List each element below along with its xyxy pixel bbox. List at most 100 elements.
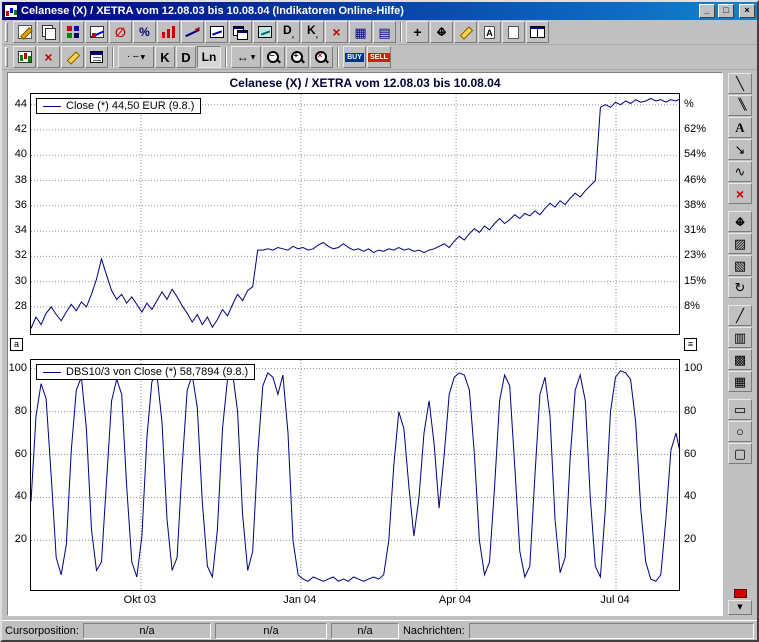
chart-window-button[interactable] <box>85 21 108 43</box>
toolbar-grip[interactable] <box>5 47 8 67</box>
delete-indicator-icon: × <box>332 25 340 39</box>
minimize-button[interactable]: _ <box>699 4 715 18</box>
rotate-tool[interactable]: ↻ <box>728 277 752 298</box>
vertical-grid-tool[interactable]: ▥ <box>728 327 752 348</box>
text-icon: A <box>735 121 744 134</box>
remove-indicator-button[interactable]: ∅ <box>109 21 132 43</box>
status-field-1: n/a <box>83 623 211 639</box>
draw-button[interactable] <box>454 21 477 43</box>
trendline-tool[interactable]: ╲ <box>728 73 752 94</box>
buy-marker-button[interactable]: BUY <box>343 46 366 68</box>
new-chart-button[interactable] <box>13 21 36 43</box>
delete-drawing-tool[interactable]: × <box>728 183 752 204</box>
ln-scale-button[interactable]: Ln <box>197 46 221 68</box>
ellipse-tool[interactable]: ○ <box>728 421 752 442</box>
maximize-button[interactable]: □ <box>718 4 734 18</box>
toolbar-grip[interactable] <box>5 22 8 42</box>
indicator-chart-button[interactable] <box>13 46 36 68</box>
diagonal-grid-tool[interactable]: ▩ <box>728 349 752 370</box>
move-objects-tool[interactable]: ↔↕ <box>728 211 752 232</box>
gann-line-icon: ╱ <box>736 309 744 322</box>
toolbar-separator <box>225 47 227 67</box>
hrange-dropdown[interactable]: ↔▼ <box>231 46 261 68</box>
close-button[interactable]: × <box>739 4 755 18</box>
titlebar[interactable]: Celanese (X) / XETRA vom 12.08.03 bis 10… <box>2 2 757 20</box>
content-area: Celanese (X) / XETRA vom 12.08.03 bis 10… <box>2 70 757 620</box>
price-plot[interactable] <box>30 93 680 335</box>
fullscreen-button[interactable] <box>253 21 276 43</box>
text-tool[interactable]: A <box>728 117 752 138</box>
gann-line-tool[interactable]: ╱ <box>728 305 752 326</box>
kurs-chart-button[interactable]: K <box>155 46 175 68</box>
hatch-icon: ▨ <box>734 237 746 250</box>
rounded-rect-tool[interactable]: ▢ <box>728 443 752 464</box>
chart-monitor-button[interactable] <box>205 21 228 43</box>
zoom-out-button[interactable]: − <box>262 46 285 68</box>
y-axis-right-label: % <box>684 98 722 110</box>
curve-tool[interactable]: ∿ <box>728 161 752 182</box>
cascade-windows-icon <box>233 26 248 39</box>
messages-field <box>469 623 754 639</box>
status-field-3: n/a <box>331 623 399 639</box>
kurs-chart-icon: K <box>160 51 169 64</box>
zoom-in-button[interactable]: + <box>286 46 309 68</box>
hatch-arrow-tool[interactable]: ▧ <box>728 255 752 276</box>
cross-grid-tool[interactable]: ▦ <box>728 371 752 392</box>
rectangle-icon: ▭ <box>734 403 746 416</box>
y-axis-label: 30 <box>8 275 27 287</box>
side-scroll-down-button[interactable]: ▼ <box>728 600 752 615</box>
delete-indicator-button[interactable]: × <box>325 21 348 43</box>
chart-title: Celanese (X) / XETRA vom 12.08.03 bis 10… <box>8 76 722 90</box>
delete-drawing-icon: × <box>736 187 744 201</box>
zoom-in-icon: + <box>290 50 305 65</box>
crosshair-button[interactable]: + <box>406 21 429 43</box>
trend-arrow-tool[interactable]: ↘ <box>728 139 752 160</box>
notes-button[interactable] <box>502 21 525 43</box>
edit-object-button[interactable] <box>61 46 84 68</box>
quote-board-button[interactable] <box>61 21 84 43</box>
trendline-icon: ╲ <box>736 77 744 90</box>
rotate-icon: ↻ <box>735 281 746 294</box>
side-scroll-thumb[interactable] <box>734 589 747 598</box>
y-axis-label: 20 <box>8 533 27 545</box>
y-axis-right-label: 23% <box>684 249 722 261</box>
properties-button[interactable] <box>85 46 108 68</box>
line-style-dropdown[interactable]: · –▼ <box>118 46 154 68</box>
text-note-button[interactable]: A <box>478 21 501 43</box>
hatch-tool[interactable]: ▨ <box>728 233 752 254</box>
percent-scale-icon: % <box>139 26 150 38</box>
delete-object-button[interactable]: × <box>37 46 60 68</box>
panel-a-button[interactable]: a <box>10 338 23 351</box>
line-style-icon: · – <box>127 52 139 62</box>
notes-icon <box>508 26 519 39</box>
percent-scale-button[interactable]: % <box>133 21 156 43</box>
panel-menu-button[interactable]: ≡ <box>684 338 697 351</box>
split-view-button[interactable] <box>526 21 549 43</box>
y-axis-label: 28 <box>8 300 27 312</box>
linechart-button[interactable] <box>181 21 204 43</box>
daily-period-button[interactable]: D, <box>277 21 300 43</box>
parallel-channel-tool[interactable]: ╲╲ <box>728 95 752 116</box>
delete-object-icon: × <box>44 50 52 64</box>
histogram-button[interactable] <box>157 21 180 43</box>
zoom-reset-button[interactable]: × <box>310 46 333 68</box>
indicator-chart-icon <box>18 51 32 63</box>
divergence-button[interactable]: D <box>176 46 196 68</box>
copy-button[interactable] <box>37 21 60 43</box>
rectangle-tool[interactable]: ▭ <box>728 399 752 420</box>
y-axis-label: 42 <box>8 123 27 135</box>
quotes-table-icon: ▤ <box>378 26 390 39</box>
cascade-windows-button[interactable] <box>229 21 252 43</box>
move-chart-button[interactable]: ↔↕ <box>430 21 453 43</box>
x-axis-label: Apr 04 <box>439 594 471 606</box>
indicator-table-button[interactable]: ▦ <box>349 21 372 43</box>
candle-period-icon: K, <box>307 24 318 39</box>
edit-object-icon <box>66 50 80 64</box>
fullscreen-icon <box>258 26 272 38</box>
oscillator-plot[interactable] <box>30 359 680 591</box>
window-title: Celanese (X) / XETRA vom 12.08.03 bis 10… <box>21 5 696 17</box>
sell-marker-button[interactable]: SELL <box>367 46 391 68</box>
quotes-table-button[interactable]: ▤ <box>373 21 396 43</box>
candle-period-button[interactable]: K, <box>301 21 324 43</box>
y-axis-label: 100 <box>8 362 27 374</box>
